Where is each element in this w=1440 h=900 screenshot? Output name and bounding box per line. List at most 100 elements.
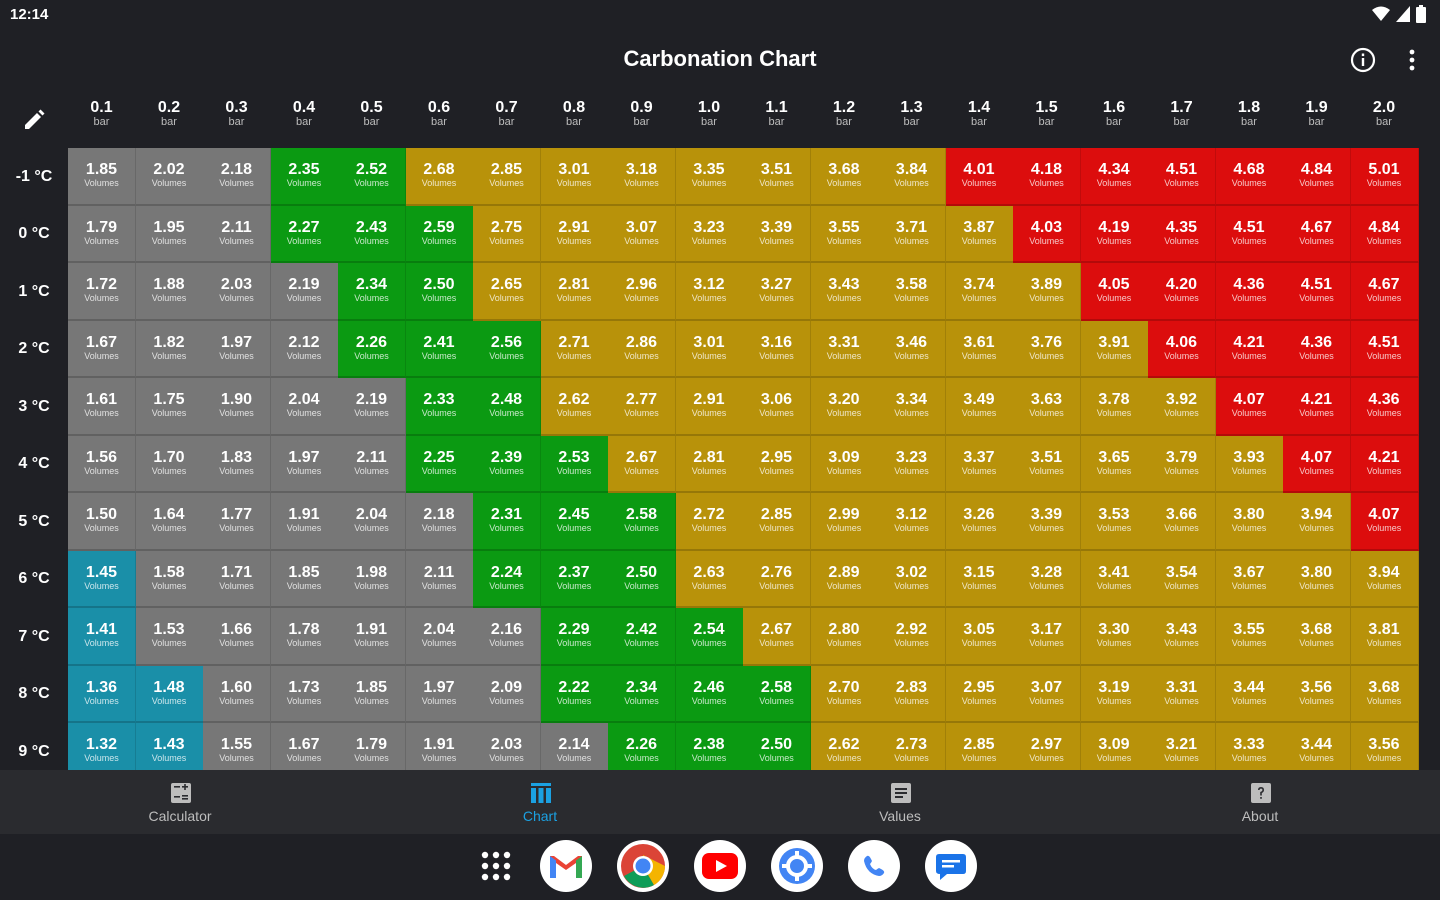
column-header[interactable]: 0.3 bar [203,100,270,128]
carbonation-cell[interactable]: 3.30 Volumes [1080,608,1149,666]
carbonation-cell[interactable]: 2.18 Volumes [405,493,474,551]
carbonation-cell[interactable]: 3.44 Volumes [1283,723,1351,770]
carbonation-cell[interactable]: 4.36 Volumes [1283,320,1351,378]
row-temperature-header[interactable]: -1 °C [0,148,68,206]
row-temperature-header[interactable]: 7 °C [0,608,68,666]
carbonation-cell[interactable]: 3.68 Volumes [1283,608,1351,666]
carbonation-cell[interactable]: 4.68 Volumes [1215,148,1284,206]
carbonation-cell[interactable]: 2.11 Volumes [338,435,406,493]
carbonation-cell[interactable]: 1.58 Volumes [135,550,204,608]
carbonation-cell[interactable]: 2.19 Volumes [338,378,406,436]
row-temperature-header[interactable]: 5 °C [0,493,68,551]
carbonation-cell[interactable]: 2.29 Volumes [540,608,609,666]
carbonation-cell[interactable]: 3.27 Volumes [743,263,811,321]
column-header[interactable]: 1.7 bar [1148,100,1215,128]
carbonation-cell[interactable]: 2.75 Volumes [473,205,541,263]
carbonation-cell[interactable]: 2.03 Volumes [473,723,541,770]
column-header[interactable]: 2.0 bar [1351,100,1418,128]
carbonation-cell[interactable]: 3.43 Volumes [1148,608,1216,666]
carbonation-cell[interactable]: 3.80 Volumes [1283,550,1351,608]
carbonation-cell[interactable]: 4.07 Volumes [1215,378,1284,436]
carbonation-cell[interactable]: 3.01 Volumes [675,320,744,378]
nav-values[interactable]: Values [720,770,1080,834]
phone-app[interactable] [848,840,900,892]
carbonation-cell[interactable]: 2.80 Volumes [810,608,879,666]
carbonation-cell[interactable]: 2.45 Volumes [540,493,609,551]
carbonation-cell[interactable]: 2.95 Volumes [743,435,811,493]
carbonation-cell[interactable]: 2.81 Volumes [540,263,609,321]
carbonation-cell[interactable]: 3.84 Volumes [878,148,946,206]
carbonation-cell[interactable]: 3.94 Volumes [1283,493,1351,551]
column-header[interactable]: 0.5 bar [338,100,405,128]
carbonation-cell[interactable]: 2.53 Volumes [540,435,609,493]
carbonation-cell[interactable]: 3.55 Volumes [810,205,879,263]
carbonation-cell[interactable]: 4.51 Volumes [1350,320,1419,378]
carbonation-cell[interactable]: 4.36 Volumes [1215,263,1284,321]
column-header[interactable]: 1.6 bar [1081,100,1148,128]
carbonation-cell[interactable]: 3.31 Volumes [1148,665,1216,723]
carbonation-cell[interactable]: 3.89 Volumes [1013,263,1081,321]
carbonation-cell[interactable]: 4.01 Volumes [945,148,1014,206]
overflow-menu-button[interactable] [1398,46,1426,74]
carbonation-cell[interactable]: 2.43 Volumes [338,205,406,263]
carbonation-cell[interactable]: 3.46 Volumes [878,320,946,378]
carbonation-cell[interactable]: 2.52 Volumes [338,148,406,206]
column-header[interactable]: 1.1 bar [743,100,810,128]
carbonation-cell[interactable]: 3.02 Volumes [878,550,946,608]
column-header[interactable]: 0.7 bar [473,100,540,128]
carbonation-cell[interactable]: 3.35 Volumes [675,148,744,206]
carbonation-cell[interactable]: 2.34 Volumes [338,263,406,321]
carbonation-cell[interactable]: 2.46 Volumes [675,665,744,723]
carbonation-cell[interactable]: 1.45 Volumes [68,550,136,608]
carbonation-cell[interactable]: 3.51 Volumes [1013,435,1081,493]
carbonation-cell[interactable]: 1.91 Volumes [270,493,339,551]
carbonation-cell[interactable]: 3.34 Volumes [878,378,946,436]
carbonation-cell[interactable]: 1.72 Volumes [68,263,136,321]
column-header[interactable]: 1.9 bar [1283,100,1350,128]
carbonation-cell[interactable]: 2.91 Volumes [540,205,609,263]
carbonation-cell[interactable]: 2.83 Volumes [878,665,946,723]
carbonation-cell[interactable]: 2.33 Volumes [405,378,474,436]
carbonation-cell[interactable]: 3.41 Volumes [1080,550,1149,608]
row-temperature-header[interactable]: 2 °C [0,321,68,379]
carbonation-cell[interactable]: 3.54 Volumes [1148,550,1216,608]
carbonation-cell[interactable]: 2.91 Volumes [675,378,744,436]
carbonation-cell[interactable]: 4.05 Volumes [1080,263,1149,321]
carbonation-cell[interactable]: 3.49 Volumes [945,378,1014,436]
carbonation-cell[interactable]: 2.96 Volumes [608,263,676,321]
carbonation-cell[interactable]: 2.03 Volumes [203,263,271,321]
carbonation-cell[interactable]: 3.05 Volumes [945,608,1014,666]
carbonation-cell[interactable]: 1.71 Volumes [203,550,271,608]
carbonation-cell[interactable]: 3.65 Volumes [1080,435,1149,493]
carbonation-cell[interactable]: 1.97 Volumes [405,665,474,723]
carbonation-cell[interactable]: 2.12 Volumes [270,320,339,378]
carbonation-cell[interactable]: 2.68 Volumes [405,148,474,206]
row-temperature-header[interactable]: 8 °C [0,666,68,724]
carbonation-cell[interactable]: 2.62 Volumes [540,378,609,436]
carbonation-cell[interactable]: 3.79 Volumes [1148,435,1216,493]
carbonation-cell[interactable]: 1.67 Volumes [68,320,136,378]
column-header[interactable]: 0.2 bar [136,100,203,128]
carbonation-cell[interactable]: 3.92 Volumes [1148,378,1216,436]
carbonation-cell[interactable]: 3.01 Volumes [540,148,609,206]
carbonation-cell[interactable]: 1.97 Volumes [270,435,339,493]
carbonation-cell[interactable]: 3.28 Volumes [1013,550,1081,608]
carbonation-cell[interactable]: 1.36 Volumes [68,665,136,723]
carbonation-cell[interactable]: 2.48 Volumes [473,378,541,436]
carbonation-cell[interactable]: 4.36 Volumes [1350,378,1419,436]
carbonation-cell[interactable]: 1.53 Volumes [135,608,204,666]
carbonation-cell[interactable]: 3.81 Volumes [1350,608,1419,666]
carbonation-cell[interactable]: 3.67 Volumes [1215,550,1284,608]
carbonation-cell[interactable]: 2.65 Volumes [473,263,541,321]
nav-chart[interactable]: Chart [360,770,720,834]
carbonation-cell[interactable]: 3.18 Volumes [608,148,676,206]
carbonation-cell[interactable]: 2.24 Volumes [473,550,541,608]
carbonation-cell[interactable]: 2.39 Volumes [473,435,541,493]
carbonation-cell[interactable]: 2.58 Volumes [743,665,811,723]
carbonation-cell[interactable]: 3.17 Volumes [1013,608,1081,666]
carbonation-cell[interactable]: 2.26 Volumes [608,723,676,770]
carbonation-cell[interactable]: 2.56 Volumes [473,320,541,378]
carbonation-cell[interactable]: 3.12 Volumes [878,493,946,551]
carbonation-cell[interactable]: 1.88 Volumes [135,263,204,321]
carbonation-cell[interactable]: 4.21 Volumes [1283,378,1351,436]
